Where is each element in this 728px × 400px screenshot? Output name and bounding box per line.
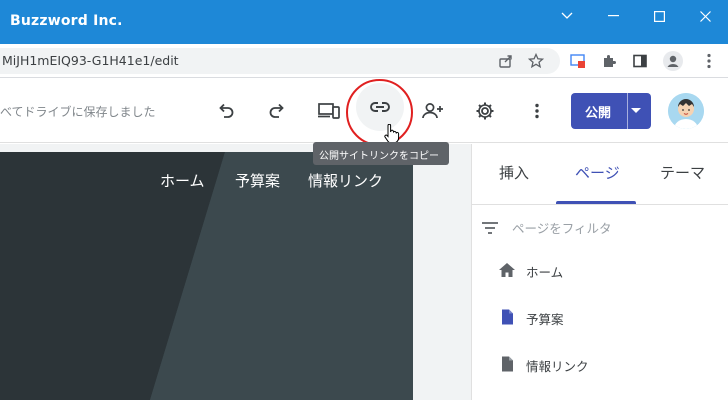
page-filter-input[interactable]: ページをフィルタ — [482, 214, 722, 238]
page-item-label: 情報リンク — [526, 359, 589, 374]
extension-cast-icon[interactable] — [566, 49, 590, 73]
omnibox[interactable]: MiJH1mEIQ93-G1H41e1/edit — [0, 48, 560, 74]
page-item-label: ホーム — [526, 265, 564, 280]
publish-dropdown-icon[interactable] — [631, 108, 641, 113]
filter-icon — [482, 219, 498, 238]
more-vert-icon[interactable] — [521, 95, 553, 127]
undo-icon[interactable] — [210, 95, 242, 127]
site-nav-budget[interactable]: 予算案 — [235, 170, 280, 191]
publish-button[interactable]: 公開 — [571, 93, 651, 129]
header-image[interactable]: ホーム 予算案 情報リンク — [0, 152, 413, 400]
tooltip: 公開サイトリンクをコピー — [313, 142, 449, 165]
url-text[interactable]: MiJH1mEIQ93-G1H41e1/edit — [2, 53, 179, 68]
address-row: MiJH1mEIQ93-G1H41e1/edit — [0, 44, 728, 78]
redo-icon[interactable] — [261, 95, 293, 127]
publish-label: 公開 — [585, 106, 612, 121]
site-nav-home[interactable]: ホーム — [160, 170, 205, 191]
minimize-icon[interactable] — [590, 0, 636, 32]
title-bar: Buzzword Inc. — [0, 0, 728, 44]
close-icon[interactable] — [682, 0, 728, 32]
add-person-icon[interactable] — [417, 95, 449, 127]
avatar[interactable] — [668, 93, 704, 129]
highlight-annotation — [346, 79, 413, 146]
tab-divider — [472, 204, 728, 205]
share-icon[interactable] — [494, 49, 518, 73]
sidepanel-icon[interactable] — [628, 49, 652, 73]
publish-separator — [627, 93, 628, 129]
page-item-budget[interactable]: 予算案 — [498, 307, 718, 327]
page-item-label: 予算案 — [526, 312, 564, 327]
preview-devices-icon[interactable] — [313, 95, 345, 127]
page-icon — [498, 355, 516, 373]
app-window: Buzzword Inc. MiJH1mEIQ93-G1H41e1/edit べ… — [0, 0, 728, 400]
filter-placeholder: ページをフィルタ — [512, 221, 612, 236]
star-icon[interactable] — [524, 49, 548, 73]
save-status: べてドライブに保存しました — [0, 105, 156, 119]
gear-icon[interactable] — [469, 95, 501, 127]
page-icon — [498, 308, 516, 326]
tab-insert[interactable]: 挿入 — [499, 162, 529, 183]
site-nav-links[interactable]: 情報リンク — [308, 170, 383, 191]
page-item-links[interactable]: 情報リンク — [498, 354, 718, 374]
puzzle-icon[interactable] — [597, 49, 621, 73]
kebab-menu-icon[interactable] — [697, 49, 721, 73]
tab-themes[interactable]: テーマ — [660, 162, 705, 183]
tab-pages[interactable]: ページ — [575, 162, 620, 183]
page-item-home[interactable]: ホーム — [498, 260, 718, 280]
tooltip-text: 公開サイトリンクをコピー — [319, 151, 439, 162]
home-icon — [498, 261, 516, 279]
profile-icon[interactable] — [661, 49, 685, 73]
window-title: Buzzword Inc. — [10, 13, 123, 29]
chevron-down-icon[interactable] — [544, 0, 590, 32]
maximize-icon[interactable] — [636, 0, 682, 32]
side-panel: 挿入 ページ テーマ ページをフィルタ ホーム 予算案 情報リンク — [471, 144, 728, 400]
